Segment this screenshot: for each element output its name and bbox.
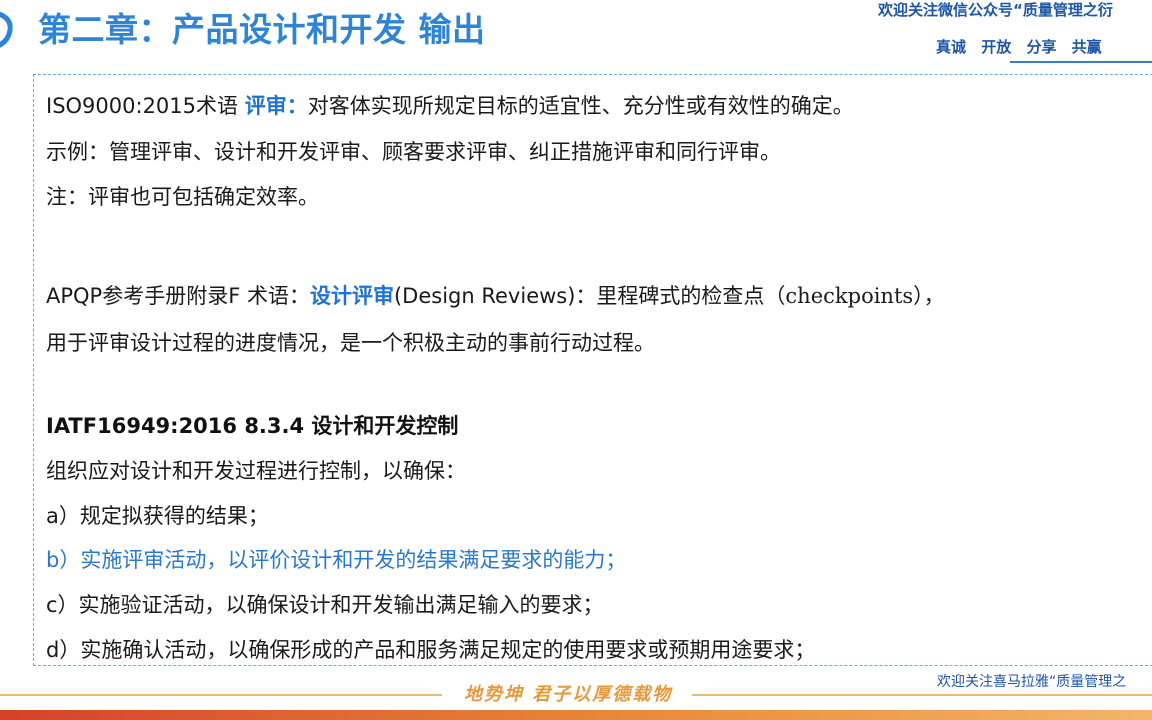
logo-arc-icon	[0, 11, 13, 48]
iso9000-text: 对客体实现所规定目标的适宜性、充分性或有效性的确定。	[307, 94, 854, 118]
apqp-suffix: ），	[913, 284, 945, 308]
iso9000-definition: ISO9000:2015术语 评审：对客体实现所规定目标的适宜性、充分性或有效性…	[46, 91, 854, 121]
slide: 第二章：产品设计和开发 输出 欢迎关注微信公众号“质量管理之衍 真诚 开放 分享…	[0, 0, 1152, 720]
iatf-heading: IATF16949:2016 8.3.4 设计和开发控制	[46, 414, 459, 438]
footer-motto: 地势坤 君子以厚德载物	[464, 684, 673, 705]
list-item-b: b）实施评审活动，以评价设计和开发的结果满足要求的能力；	[46, 548, 627, 572]
footer-rule-left	[0, 694, 442, 696]
example-line: 示例：管理评审、设计和开发评审、顾客要求评审、纠正措施评审和同行评审。	[46, 140, 781, 164]
list-item-a: a）规定拟获得的结果；	[46, 504, 269, 528]
footer-follow-note: 欢迎关注喜马拉雅“质量管理之	[937, 674, 1127, 690]
apqp-continuation: 用于评审设计过程的进度情况，是一个积极主动的事前行动过程。	[46, 331, 655, 355]
footer-band	[0, 710, 1152, 720]
apqp-definition: APQP参考手册附录F 术语：设计评审(Design Reviews)：里程碑式…	[46, 281, 945, 311]
checkpoints-term: checkpoints	[785, 284, 914, 308]
page-title: 第二章：产品设计和开发 输出	[38, 10, 486, 49]
wechat-follow-note: 欢迎关注微信公众号“质量管理之衍	[878, 1, 1113, 19]
iatf-intro: 组织应对设计和开发过程进行控制，以确保：	[46, 459, 466, 483]
iso9000-prefix: ISO9000:2015术语	[46, 94, 245, 118]
list-item-d: d）实施确认活动，以确保形成的产品和服务满足规定的使用要求或预期用途要求；	[46, 638, 816, 662]
note-line: 注：评审也可包括确定效率。	[46, 185, 319, 209]
design-review-term: 设计评审	[309, 284, 394, 308]
list-item-c: c）实施验证活动，以确保设计和开发输出满足输入的要求；	[46, 593, 604, 617]
slogan: 真诚 开放 分享 共赢	[936, 38, 1102, 56]
footer-rule-right	[692, 694, 1152, 696]
review-term: 评审：	[244, 94, 308, 118]
header-divider	[1010, 61, 1152, 63]
apqp-middle: (Design Reviews)：里程碑式的检查点（	[393, 284, 786, 308]
apqp-prefix: APQP参考手册附录F 术语：	[46, 284, 310, 308]
